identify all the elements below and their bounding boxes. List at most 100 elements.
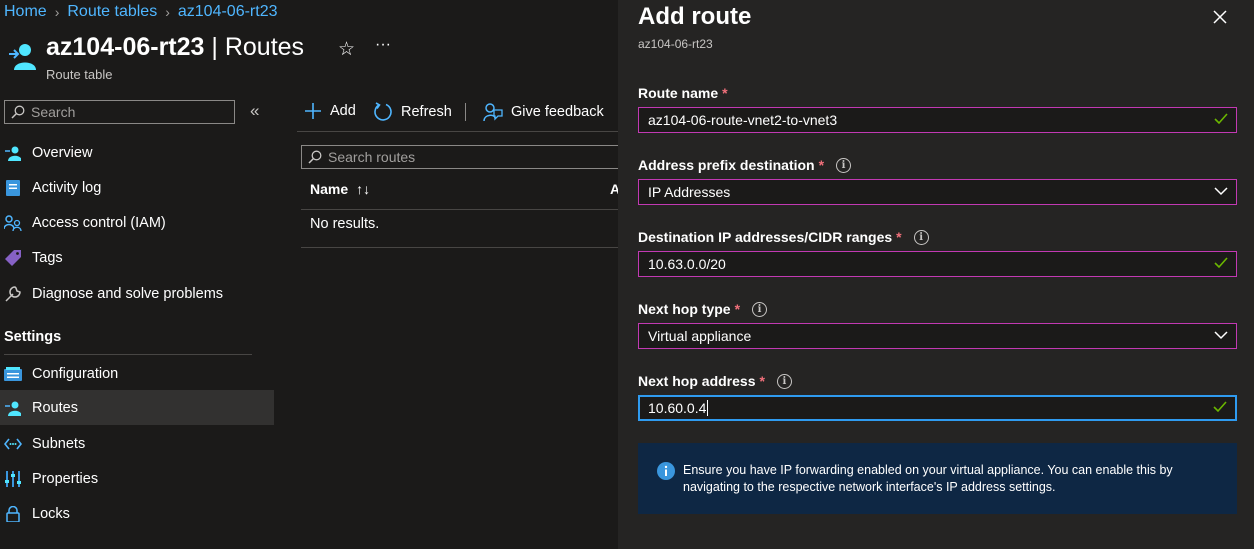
search-routes-placeholder: Search routes: [328, 149, 416, 165]
sidebar-item-label: Overview: [32, 144, 93, 161]
sidebar-search-placeholder: Search: [31, 104, 76, 120]
breadcrumb-current[interactable]: az104-06-rt23: [178, 3, 278, 21]
breadcrumb: Home › Route tables › az104-06-rt23: [4, 3, 278, 21]
address-prefix-value: IP Addresses: [648, 184, 731, 200]
sidebar-item-routes[interactable]: Routes: [0, 390, 274, 425]
info-banner: Ensure you have IP forwarding enabled on…: [638, 443, 1237, 514]
iam-icon: [4, 214, 22, 232]
required-marker: *: [896, 229, 902, 245]
give-feedback-label: Give feedback: [511, 104, 604, 120]
info-icon[interactable]: i: [913, 229, 929, 245]
check-icon: [1214, 113, 1228, 125]
destination-label: Destination IP addresses/CIDR ranges * i: [638, 229, 929, 245]
resource-type: Route table: [46, 67, 113, 82]
required-marker: *: [818, 157, 825, 173]
title-separator: |: [211, 33, 218, 61]
route-name-label: Route name *: [638, 85, 728, 101]
sidebar-item-label: Routes: [32, 399, 78, 416]
breadcrumb-route-tables[interactable]: Route tables: [67, 3, 157, 21]
chevron-right-icon: ›: [165, 4, 170, 20]
sidebar-item-label: Diagnose and solve problems: [32, 285, 224, 302]
page-title: az104-06-rt23 | Routes: [46, 33, 304, 62]
sidebar-item-label: Properties: [32, 470, 99, 487]
plus-icon: [304, 102, 322, 120]
routes-icon: [4, 399, 22, 417]
sidebar-item-overview[interactable]: Overview: [0, 135, 274, 170]
chevron-down-icon: [1214, 331, 1228, 340]
wrench-icon: [4, 285, 22, 303]
search-routes-input[interactable]: Search routes: [301, 145, 618, 169]
next-hop-address-label-text: Next hop address: [638, 373, 756, 389]
subnets-icon: [4, 435, 22, 453]
list-bottom-divider: [301, 247, 618, 248]
sidebar-item-label: Tags: [32, 249, 63, 266]
panel-title: Add route: [638, 3, 752, 30]
breadcrumb-home[interactable]: Home: [4, 3, 47, 21]
destination-value: 10.63.0.0/20: [648, 256, 726, 272]
sidebar-item-activity-log[interactable]: Activity log: [0, 170, 274, 205]
more-options-icon[interactable]: ···: [375, 36, 391, 54]
add-route-panel: Add route az104-06-rt23 Route name * az1…: [618, 0, 1254, 549]
sidebar-item-tags[interactable]: Tags: [0, 240, 274, 275]
add-button-label: Add: [330, 103, 356, 119]
lock-icon: [4, 505, 22, 523]
empty-state-text: No results.: [310, 216, 380, 232]
route-table-icon: [6, 40, 36, 72]
check-icon: [1214, 257, 1228, 269]
sidebar-item-properties[interactable]: Properties: [0, 461, 274, 496]
next-hop-type-value: Virtual appliance: [648, 328, 752, 344]
sidebar-item-iam[interactable]: Access control (IAM): [0, 205, 274, 240]
next-hop-type-select[interactable]: Virtual appliance: [638, 323, 1237, 349]
toolbar-bottom-divider: [297, 131, 618, 132]
tag-icon: [4, 249, 22, 267]
sidebar-item-label: Activity log: [32, 179, 102, 196]
route-name-input[interactable]: az104-06-route-vnet2-to-vnet3: [638, 107, 1237, 133]
sort-icon: ↑↓: [356, 181, 371, 197]
overview-icon: [4, 144, 22, 162]
sidebar-item-configuration[interactable]: Configuration: [0, 356, 274, 391]
next-hop-address-label: Next hop address * i: [638, 373, 792, 389]
sidebar-item-subnets[interactable]: Subnets: [0, 426, 274, 461]
info-icon[interactable]: i: [836, 157, 852, 173]
search-icon: [308, 150, 322, 164]
sidebar-item-label: Locks: [32, 505, 70, 522]
sidebar-item-diagnose[interactable]: Diagnose and solve problems: [0, 276, 274, 311]
panel-subtitle: az104-06-rt23: [638, 37, 713, 51]
info-icon[interactable]: i: [776, 373, 792, 389]
info-icon[interactable]: i: [752, 301, 768, 317]
address-prefix-select[interactable]: IP Addresses: [638, 179, 1237, 205]
activity-log-icon: [4, 179, 22, 197]
properties-icon: [4, 470, 22, 488]
sidebar-item-locks[interactable]: Locks: [0, 496, 274, 531]
collapse-sidebar-icon[interactable]: «: [250, 101, 259, 121]
required-marker: *: [734, 301, 741, 317]
search-icon: [11, 105, 25, 119]
sidebar-item-label: Access control (IAM): [32, 214, 166, 231]
address-prefix-label-text: Address prefix destination: [638, 157, 815, 173]
close-icon[interactable]: [1212, 9, 1228, 25]
list-header-divider: [301, 209, 618, 210]
next-hop-type-label-text: Next hop type: [638, 301, 731, 317]
resource-name: az104-06-rt23: [46, 33, 205, 61]
refresh-button[interactable]: Refresh: [373, 102, 452, 122]
address-prefix-label: Address prefix destination * i: [638, 157, 852, 173]
chevron-right-icon: ›: [54, 4, 60, 20]
feedback-icon: [483, 102, 503, 122]
required-marker: *: [759, 373, 765, 389]
destination-label-text: Destination IP addresses/CIDR ranges: [638, 229, 893, 245]
next-hop-address-input[interactable]: 10.60.0.4: [638, 395, 1237, 421]
name-column-header[interactable]: Name ↑↓: [310, 181, 370, 197]
favorite-star-icon[interactable]: ☆: [338, 38, 355, 61]
destination-input[interactable]: 10.63.0.0/20: [638, 251, 1237, 277]
required-marker: *: [722, 85, 728, 101]
chevron-down-icon: [1214, 187, 1228, 196]
give-feedback-button[interactable]: Give feedback: [483, 102, 604, 122]
add-button[interactable]: Add: [304, 102, 356, 120]
route-name-label-text: Route name: [638, 85, 719, 101]
sidebar-item-label: Subnets: [32, 435, 86, 452]
check-icon: [1213, 401, 1227, 413]
settings-divider: [4, 354, 252, 355]
sidebar-search-input[interactable]: Search: [4, 100, 235, 124]
name-column-label: Name: [310, 181, 349, 197]
next-hop-address-value: 10.60.0.4: [648, 400, 707, 416]
